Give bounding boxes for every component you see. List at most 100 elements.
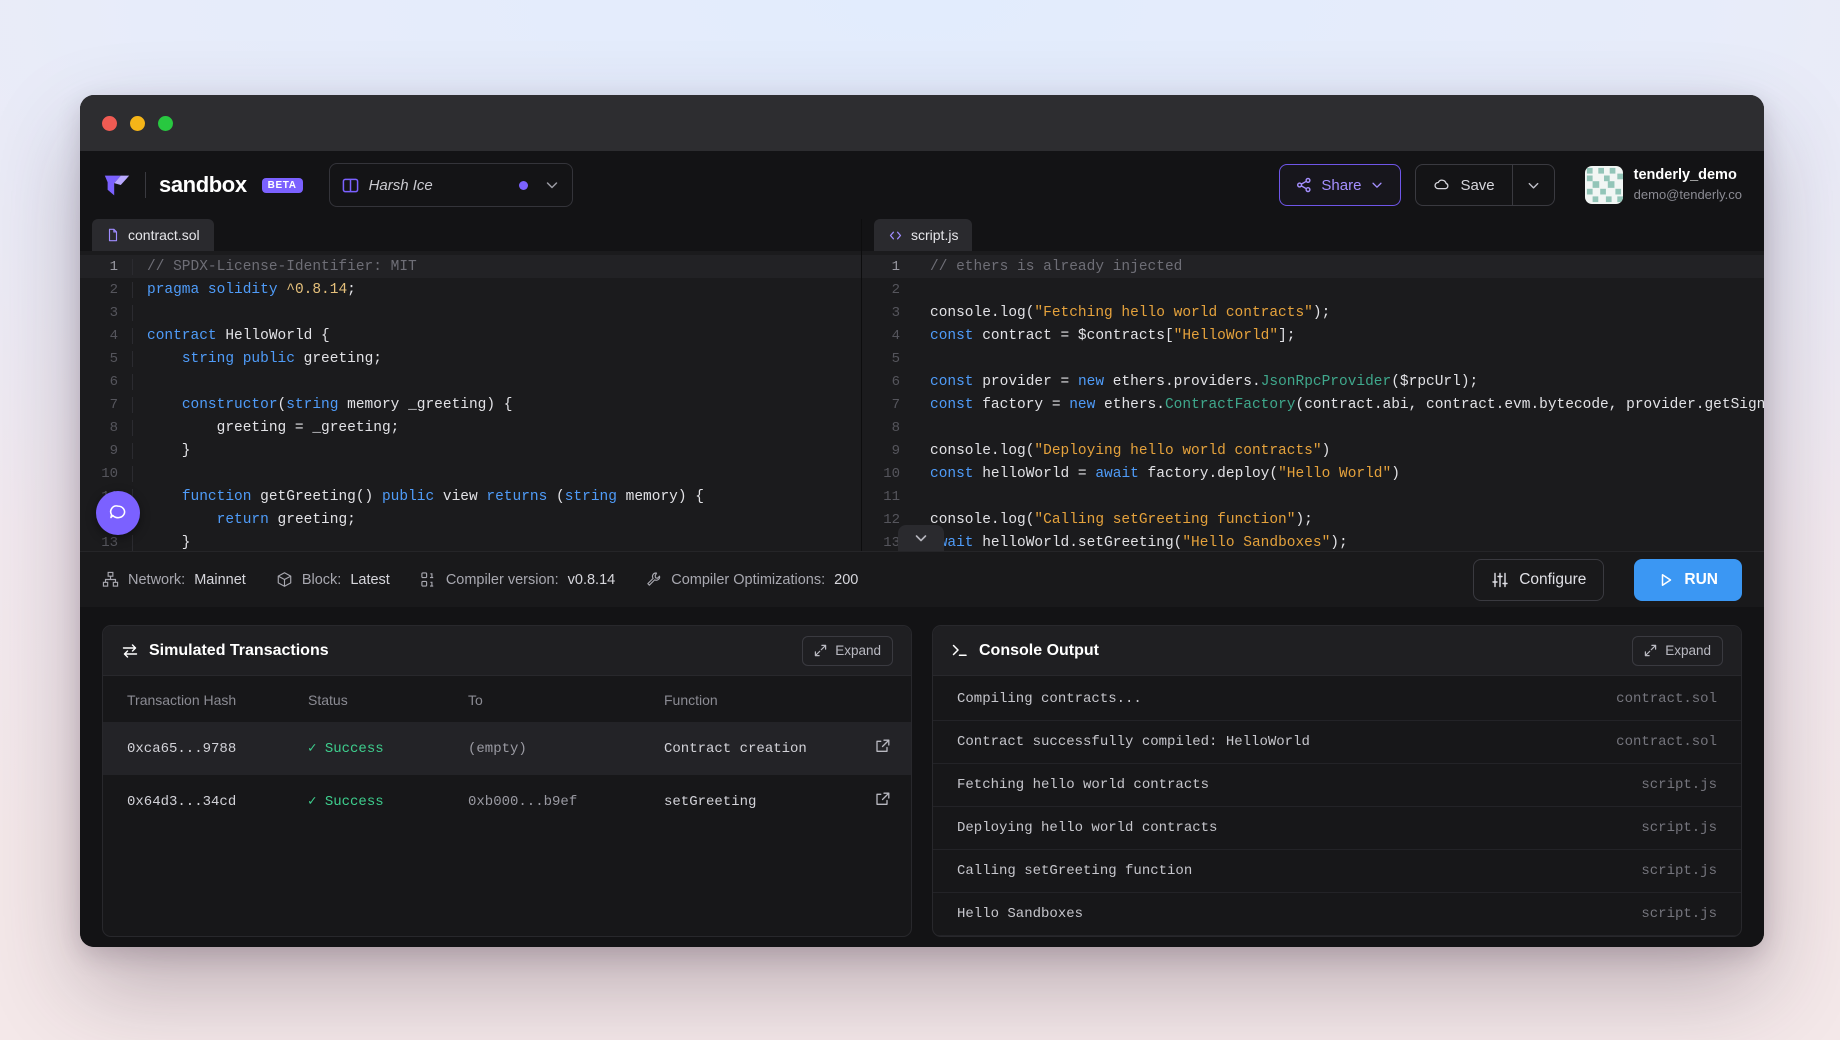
column-to: To (468, 676, 664, 722)
save-dropdown-button[interactable] (1512, 165, 1554, 205)
compiler-version-setting[interactable]: Compiler version: v0.8.14 (420, 571, 615, 588)
line-number: 9 (862, 443, 914, 459)
code-line: 3console.log("Fetching hello world contr… (862, 301, 1764, 324)
console-source: script.js (1641, 777, 1717, 793)
brand: sandbox BETA (102, 170, 303, 200)
share-label: Share (1321, 177, 1361, 194)
run-label: RUN (1684, 571, 1718, 589)
code-text: // SPDX-License-Identifier: MIT (132, 259, 861, 275)
cell-status: ✓ Success (308, 775, 468, 828)
open-external-icon[interactable] (875, 738, 891, 754)
code-line: 7 constructor(string memory _greeting) { (80, 393, 861, 416)
list-item: Contract successfully compiled: HelloWor… (933, 721, 1741, 764)
code-text (132, 374, 861, 390)
list-item: Fetching hello world contractsscript.js (933, 764, 1741, 807)
chat-bubble-button[interactable] (96, 491, 140, 535)
cell-transaction-hash: 0xca65...9788 (103, 722, 308, 775)
transactions-title-group: Simulated Transactions (121, 642, 329, 660)
code-line: 13await helloWorld.setGreeting("Hello Sa… (862, 531, 1764, 551)
transactions-thead: Transaction Hash Status To Function (103, 676, 911, 722)
cell-actions[interactable] (855, 775, 911, 828)
compiler-optimizations-setting[interactable]: Compiler Optimizations: 200 (645, 571, 858, 588)
code-line: 8 greeting = _greeting; (80, 416, 861, 439)
close-window-icon[interactable] (102, 116, 117, 131)
script-tabbar: script.js (862, 219, 1764, 251)
line-number: 4 (862, 328, 914, 344)
console-message: Calling setGreeting function (957, 863, 1192, 879)
cell-to: 0xb000...b9ef (468, 775, 664, 828)
tab-script-js[interactable]: script.js (874, 219, 972, 251)
code-line: 8 (862, 416, 1764, 439)
script-code[interactable]: 1// ethers is already injected2 3console… (862, 251, 1764, 551)
window-titlebar (80, 95, 1764, 151)
save-button[interactable]: Save (1416, 165, 1511, 205)
open-external-icon[interactable] (875, 791, 891, 807)
code-text: contract HelloWorld { (132, 328, 861, 344)
block-setting[interactable]: Block: Latest (276, 571, 390, 588)
console-source: script.js (1641, 863, 1717, 879)
console-source: contract.sol (1616, 734, 1717, 750)
project-selector[interactable]: Harsh Ice (329, 163, 573, 207)
code-text: const helloWorld = await factory.deploy(… (914, 466, 1764, 482)
list-item: Calling setGreeting function script.js (933, 850, 1741, 893)
tab-label: script.js (911, 227, 958, 243)
expand-label: Expand (835, 643, 881, 658)
code-text: greeting = _greeting; (132, 420, 861, 436)
console-expand-button[interactable]: Expand (1632, 636, 1723, 666)
results-area: Simulated Transactions Expand Transactio… (80, 607, 1764, 947)
cell-transaction-hash: 0x64d3...34cd (103, 775, 308, 828)
line-number: 3 (80, 305, 132, 321)
transactions-expand-button[interactable]: Expand (802, 636, 893, 666)
run-button[interactable]: RUN (1634, 559, 1742, 601)
sliders-icon (1491, 571, 1509, 589)
code-line: 10 (80, 462, 861, 485)
compiler-optimizations-value: 200 (834, 572, 858, 588)
compiler-version-label: Compiler version: (446, 572, 559, 588)
share-button[interactable]: Share (1279, 164, 1401, 206)
maximize-window-icon[interactable] (158, 116, 173, 131)
line-number: 8 (80, 420, 132, 436)
code-line: 4const contract = $contracts["HelloWorld… (862, 324, 1764, 347)
table-row[interactable]: 0x64d3...34cd✓ Success0xb000...b9efsetGr… (103, 775, 911, 828)
save-button-group: Save (1415, 164, 1554, 206)
transactions-header-row: Transaction Hash Status To Function (103, 676, 911, 722)
table-row[interactable]: 0xca65...9788✓ Success(empty)Contract cr… (103, 722, 911, 775)
transactions-header: Simulated Transactions Expand (103, 626, 911, 676)
simulated-transactions-card: Simulated Transactions Expand Transactio… (102, 625, 912, 937)
chevron-down-icon (913, 530, 929, 546)
user-menu[interactable]: tenderly_demo demo@tenderly.co (1585, 166, 1742, 204)
transactions-table: Transaction Hash Status To Function 0xca… (103, 676, 911, 828)
configure-button[interactable]: Configure (1473, 559, 1604, 601)
code-line: 13 } (80, 531, 861, 551)
console-message: Hello Sandboxes (957, 906, 1083, 922)
line-number: 13 (80, 535, 132, 551)
minimize-window-icon[interactable] (130, 116, 145, 131)
play-icon (1658, 572, 1674, 588)
code-text: console.log("Calling setGreeting functio… (914, 512, 1764, 528)
tab-contract-sol[interactable]: contract.sol (92, 219, 214, 251)
collapse-editor-button[interactable] (898, 525, 944, 551)
network-label: Network: (128, 572, 185, 588)
wrench-icon (645, 571, 662, 588)
configure-label: Configure (1519, 571, 1586, 589)
line-number: 9 (80, 443, 132, 459)
network-value: Mainnet (194, 572, 246, 588)
code-line: 4contract HelloWorld { (80, 324, 861, 347)
cell-actions[interactable] (855, 722, 911, 775)
cell-to: (empty) (468, 722, 664, 775)
expand-label: Expand (1665, 643, 1711, 658)
line-number: 4 (80, 328, 132, 344)
console-source: contract.sol (1616, 691, 1717, 707)
code-text: function getGreeting() public view retur… (132, 489, 861, 505)
line-number: 6 (862, 374, 914, 390)
code-line: 5 string public greeting; (80, 347, 861, 370)
code-line: 11 function getGreeting() public view re… (80, 485, 861, 508)
transactions-title: Simulated Transactions (149, 642, 329, 660)
code-text: } (132, 535, 861, 551)
avatar (1585, 166, 1623, 204)
user-email: demo@tenderly.co (1634, 186, 1742, 204)
network-setting[interactable]: Network: Mainnet (102, 571, 246, 588)
code-line: 6 (80, 370, 861, 393)
contract-code[interactable]: 1// SPDX-License-Identifier: MIT2pragma … (80, 251, 861, 551)
code-text: const provider = new ethers.providers.Js… (914, 374, 1764, 390)
